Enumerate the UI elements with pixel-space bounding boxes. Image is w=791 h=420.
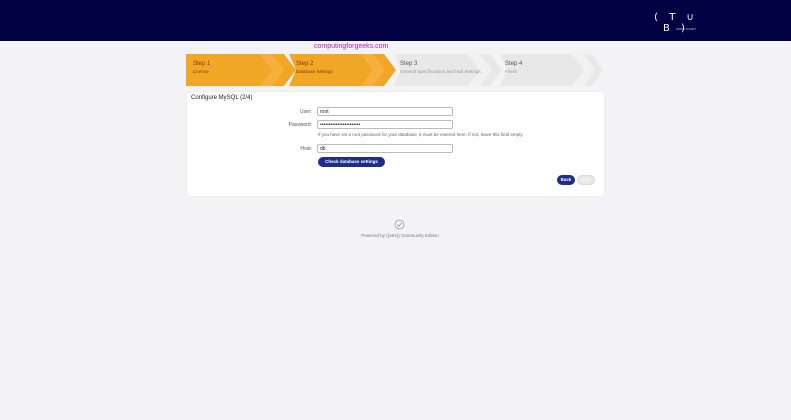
top-header-bar: ( T ∪ B ) OPEN TICKET — [0, 0, 791, 41]
user-input[interactable] — [317, 107, 453, 116]
installer-steps: Step 1 License Step 2 Database Settings … — [186, 54, 605, 86]
host-label: Host: — [300, 146, 312, 152]
step-2-title: Step 2 — [296, 61, 314, 67]
back-button[interactable]: Back — [557, 175, 575, 185]
password-label: Password: — [288, 122, 312, 128]
watermark-text: computingforgeeks.com — [314, 43, 389, 50]
step-3-title: Step 3 — [400, 61, 418, 67]
step-2: Step 2 Database Settings — [289, 54, 396, 86]
next-button[interactable]: Next — [577, 175, 595, 185]
password-hint: If you have set a root password for your… — [318, 132, 524, 137]
logo-subtitle: OPEN TICKET — [676, 27, 696, 31]
otrs-logo: ( T ∪ B ) OPEN TICKET — [652, 12, 700, 34]
password-input[interactable] — [317, 120, 453, 129]
check-circle-icon — [394, 219, 405, 230]
step-3-subtitle: General Specifications and Mail Settings — [400, 69, 481, 74]
step-4: Step 4 Finish — [500, 54, 605, 86]
host-input[interactable] — [317, 144, 453, 153]
check-database-settings-button[interactable]: Check database settings — [318, 157, 385, 167]
step-4-subtitle: Finish — [505, 69, 518, 74]
step-1: Step 1 License — [186, 54, 296, 86]
step-1-title: Step 1 — [193, 61, 211, 67]
step-1-subtitle: License — [193, 69, 209, 74]
footer-powered-by: Powered by ((otrs)) Community Edition — [361, 233, 439, 238]
card-title: Configure MySQL (2/4) — [191, 95, 253, 101]
configure-mysql-card: Configure MySQL (2/4) User: Password: If… — [187, 92, 604, 196]
user-label: User: — [300, 109, 312, 115]
step-3: Step 3 General Specifications and Mail S… — [394, 54, 502, 86]
step-4-title: Step 4 — [505, 61, 523, 67]
step-2-subtitle: Database Settings — [296, 69, 333, 74]
